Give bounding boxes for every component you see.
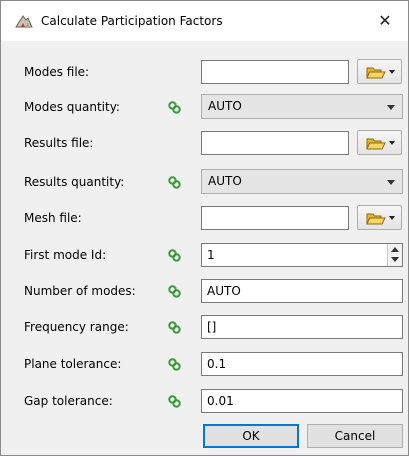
modes-quantity-value: AUTO bbox=[208, 99, 242, 113]
first-mode-id-value: 1 bbox=[207, 248, 215, 262]
modes-quantity-row: Modes quantity: AUTO bbox=[1, 93, 408, 121]
plane-tolerance-row: Plane tolerance: 0.1 bbox=[1, 350, 408, 378]
results-file-label: Results file: bbox=[24, 136, 94, 150]
mesh-file-input[interactable] bbox=[201, 206, 349, 230]
modes-file-input[interactable] bbox=[201, 60, 349, 84]
results-file-row: Results file: bbox=[1, 129, 408, 157]
modes-quantity-select[interactable]: AUTO bbox=[201, 94, 403, 119]
modes-file-row: Modes file: bbox=[1, 58, 408, 86]
chevron-down-icon bbox=[389, 70, 395, 74]
number-of-modes-row: Number of modes: AUTO bbox=[1, 277, 408, 305]
gap-tolerance-row: Gap tolerance: 0.01 bbox=[1, 387, 408, 415]
frequency-range-row: Frequency range: [] bbox=[1, 313, 408, 341]
link-icon bbox=[168, 358, 181, 371]
ok-button[interactable]: OK bbox=[203, 424, 299, 448]
folder-open-icon bbox=[366, 138, 386, 150]
chevron-down-icon bbox=[387, 180, 395, 185]
close-icon: ✕ bbox=[378, 11, 392, 30]
number-of-modes-label: Number of modes: bbox=[24, 284, 136, 298]
title-bar[interactable]: Calculate Participation Factors ✕ bbox=[1, 1, 408, 41]
link-icon bbox=[168, 285, 181, 298]
mesh-file-row: Mesh file: bbox=[1, 204, 408, 232]
number-of-modes-input[interactable]: AUTO bbox=[201, 279, 403, 303]
frequency-range-label: Frequency range: bbox=[24, 320, 129, 334]
modes-file-browse-button[interactable] bbox=[357, 59, 402, 84]
first-mode-id-row: First mode Id: 1 bbox=[1, 241, 408, 269]
mesh-file-browse-button[interactable] bbox=[357, 205, 402, 230]
chevron-down-icon bbox=[389, 141, 395, 145]
link-icon bbox=[168, 176, 181, 189]
modes-file-label: Modes file: bbox=[24, 65, 90, 79]
modes-quantity-label: Modes quantity: bbox=[24, 100, 120, 114]
gap-tolerance-input[interactable]: 0.01 bbox=[201, 389, 403, 413]
results-quantity-select[interactable]: AUTO bbox=[201, 169, 403, 194]
participation-factors-dialog: Calculate Participation Factors ✕ Modes … bbox=[0, 0, 409, 456]
spin-buttons[interactable] bbox=[387, 244, 402, 266]
chevron-down-icon bbox=[387, 105, 395, 110]
link-icon bbox=[168, 249, 181, 262]
first-mode-id-label: First mode Id: bbox=[24, 248, 107, 262]
window-title: Calculate Participation Factors bbox=[41, 14, 223, 28]
mesh-file-label: Mesh file: bbox=[24, 211, 82, 225]
results-file-input[interactable] bbox=[201, 131, 349, 155]
results-quantity-value: AUTO bbox=[208, 174, 242, 188]
link-icon bbox=[168, 101, 181, 114]
results-quantity-row: Results quantity: AUTO bbox=[1, 168, 408, 196]
link-icon bbox=[168, 395, 181, 408]
results-quantity-label: Results quantity: bbox=[24, 175, 125, 189]
spin-up-icon[interactable] bbox=[391, 247, 399, 252]
app-logo-icon bbox=[15, 15, 33, 28]
close-button[interactable]: ✕ bbox=[362, 1, 408, 41]
frequency-range-input[interactable]: [] bbox=[201, 315, 403, 339]
chevron-down-icon bbox=[389, 216, 395, 220]
folder-open-icon bbox=[366, 67, 386, 79]
spin-down-icon[interactable] bbox=[391, 257, 399, 262]
plane-tolerance-label: Plane tolerance: bbox=[24, 357, 122, 371]
first-mode-id-spinbox[interactable]: 1 bbox=[201, 243, 403, 267]
folder-open-icon bbox=[366, 213, 386, 225]
results-file-browse-button[interactable] bbox=[357, 130, 402, 155]
cancel-button[interactable]: Cancel bbox=[307, 424, 403, 448]
plane-tolerance-input[interactable]: 0.1 bbox=[201, 352, 403, 376]
link-icon bbox=[168, 321, 181, 334]
gap-tolerance-label: Gap tolerance: bbox=[24, 394, 113, 408]
